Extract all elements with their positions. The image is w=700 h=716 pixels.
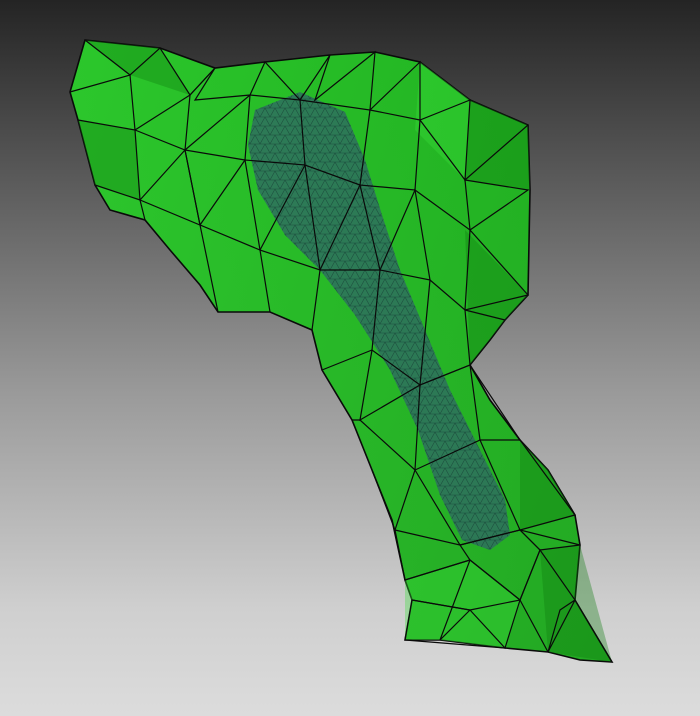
3d-viewport[interactable] bbox=[0, 0, 700, 716]
mesh-render bbox=[69, 39, 614, 663]
